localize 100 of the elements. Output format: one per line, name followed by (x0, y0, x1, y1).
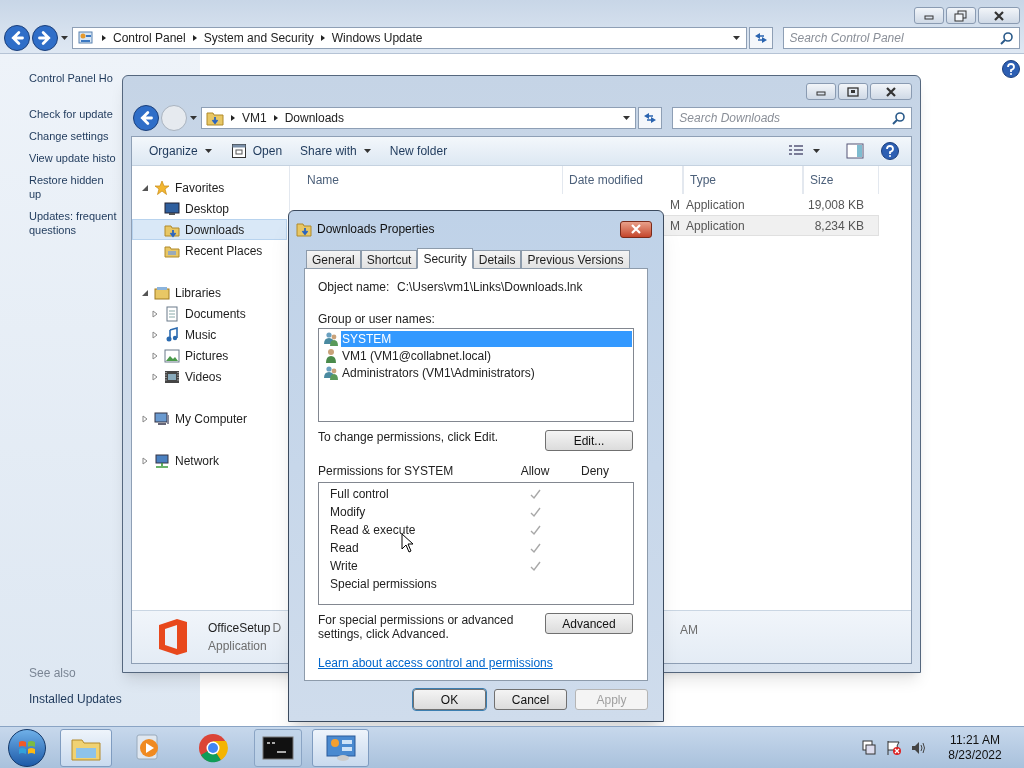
file-name: OfficeSetup (208, 620, 271, 637)
breadcrumb-item[interactable]: VM1 (241, 109, 267, 128)
column-header[interactable]: Size (803, 166, 879, 194)
text-fragment: AM (680, 622, 698, 639)
sidebar-link[interactable]: View update histo (29, 150, 116, 165)
music-note-icon (164, 326, 180, 343)
tree-item[interactable]: Pictures (132, 345, 287, 366)
chevron-icon (319, 34, 326, 42)
back-button[interactable] (133, 105, 159, 132)
tab[interactable]: Shortcut (360, 250, 418, 268)
edit-button[interactable]: Edit... (545, 430, 633, 451)
caret-icon (203, 147, 213, 155)
permission-name: Read & execute (330, 522, 416, 539)
advanced-button[interactable]: Advanced (545, 613, 633, 634)
folder-icon (77, 29, 95, 47)
search-field[interactable]: Search Control Panel (782, 27, 1020, 49)
column-header: Allow (519, 463, 551, 480)
column-header: Deny (580, 463, 610, 480)
breadcrumb-item[interactable]: Downloads (284, 109, 344, 128)
computer-icon (154, 410, 170, 427)
restore-icon (954, 9, 968, 22)
tree-item[interactable]: Downloads (132, 219, 287, 240)
table-cell-text: 19,008 KB (806, 196, 865, 214)
sidebar-link[interactable]: Updates: frequent questions (29, 208, 117, 237)
back-button[interactable] (4, 25, 30, 51)
tree-item[interactable]: Favorites (132, 177, 287, 198)
list-item[interactable]: VM1 (VM1@collabnet.local) (341, 347, 632, 364)
question-mark-icon (885, 145, 895, 157)
question-mark-icon (1006, 63, 1016, 75)
tree-item[interactable]: Desktop (132, 198, 287, 219)
caret-icon (812, 147, 821, 155)
minimize-button[interactable] (914, 7, 944, 24)
close-button[interactable] (978, 7, 1020, 24)
help-button[interactable] (881, 142, 899, 160)
file-type: Application (208, 638, 268, 655)
user-icon (323, 347, 339, 364)
column-header[interactable]: Date modified (563, 166, 683, 194)
search-field[interactable]: Search Downloads (672, 107, 912, 130)
chevron-icon (101, 34, 107, 42)
tab[interactable]: Previous Versions (521, 250, 630, 268)
permission-name: Special permissions (330, 576, 437, 593)
field-label: Permissions for SYSTEM (318, 463, 455, 480)
table-cell-text: M (670, 217, 680, 235)
column-header[interactable]: Type (683, 166, 803, 194)
tree-item[interactable]: Network (132, 450, 287, 471)
permission-name: Read (330, 540, 359, 557)
table-cell-text: 8,234 KB (813, 217, 865, 235)
close-button[interactable] (620, 220, 652, 238)
taskbar-button[interactable] (254, 728, 302, 767)
close-button[interactable] (870, 83, 912, 101)
toolbar-button[interactable]: Share with (293, 139, 379, 163)
tab[interactable]: Security (417, 248, 473, 269)
close-icon (884, 85, 898, 98)
clock-date: 8/23/2022 (948, 747, 1002, 763)
forward-button[interactable] (32, 25, 58, 51)
breadcrumb-item[interactable]: Windows Update (331, 29, 423, 47)
sidebar-link[interactable]: Check for update (29, 106, 113, 121)
tree-item[interactable]: Libraries (132, 282, 287, 303)
user-group-icon (323, 364, 339, 381)
restore-button[interactable] (946, 7, 976, 24)
tree-item[interactable]: Documents (132, 303, 287, 324)
sidebar-link[interactable]: Installed Updates (29, 690, 200, 708)
help-button[interactable] (1002, 60, 1020, 78)
address-bar[interactable]: Control Panel System and Security Windows Update (72, 27, 747, 49)
sidebar-link[interactable]: Restore hidden up (29, 172, 117, 201)
help-link[interactable]: Learn about access control and permissions (318, 654, 553, 672)
list-item[interactable]: Administrators (VM1\Administrators) (341, 364, 632, 381)
dialog-button[interactable]: OK (413, 689, 486, 710)
user-list[interactable]: SYSTEM VM1 (VM1@collabnet.local) Administrators (VM1\Administrators) (318, 328, 634, 422)
column-header[interactable]: Name (291, 166, 563, 194)
toolbar-button[interactable]: Organize (142, 139, 220, 163)
folder-icon (205, 109, 224, 128)
tree-item[interactable]: Music (132, 324, 287, 345)
tab[interactable]: Details (472, 250, 522, 268)
tree-item[interactable]: Recent Places (132, 240, 287, 261)
star-icon (154, 179, 170, 196)
toolbar-button[interactable]: Open (223, 139, 290, 163)
mouse-pointer-icon (401, 533, 415, 553)
close-icon (992, 9, 1006, 22)
flag-icon (885, 739, 903, 756)
address-bar[interactable]: VM1 Downloads (200, 107, 637, 130)
close-icon (630, 224, 642, 234)
breadcrumb-item[interactable]: System and Security (203, 29, 314, 47)
tree-item[interactable]: Videos (132, 366, 287, 387)
start-button[interactable] (8, 728, 46, 767)
window-icon (230, 143, 247, 159)
dialog-button[interactable]: Cancel (494, 689, 567, 710)
refresh-button[interactable] (638, 107, 663, 130)
desktop-icon (164, 200, 180, 217)
breadcrumb-item[interactable]: Control Panel (113, 29, 186, 47)
toolbar-button[interactable]: New folder (382, 139, 455, 163)
film-icon (164, 368, 180, 385)
permission-name: Full control (330, 486, 389, 503)
sidebar-link[interactable]: Control Panel Ho (29, 70, 113, 87)
refresh-button[interactable] (748, 27, 773, 49)
tab[interactable]: General (306, 250, 361, 268)
sidebar-link[interactable]: Change settings (29, 128, 109, 143)
maximize-button[interactable] (838, 83, 868, 101)
tree-item[interactable]: My Computer (132, 408, 287, 429)
library-icon (154, 284, 170, 301)
